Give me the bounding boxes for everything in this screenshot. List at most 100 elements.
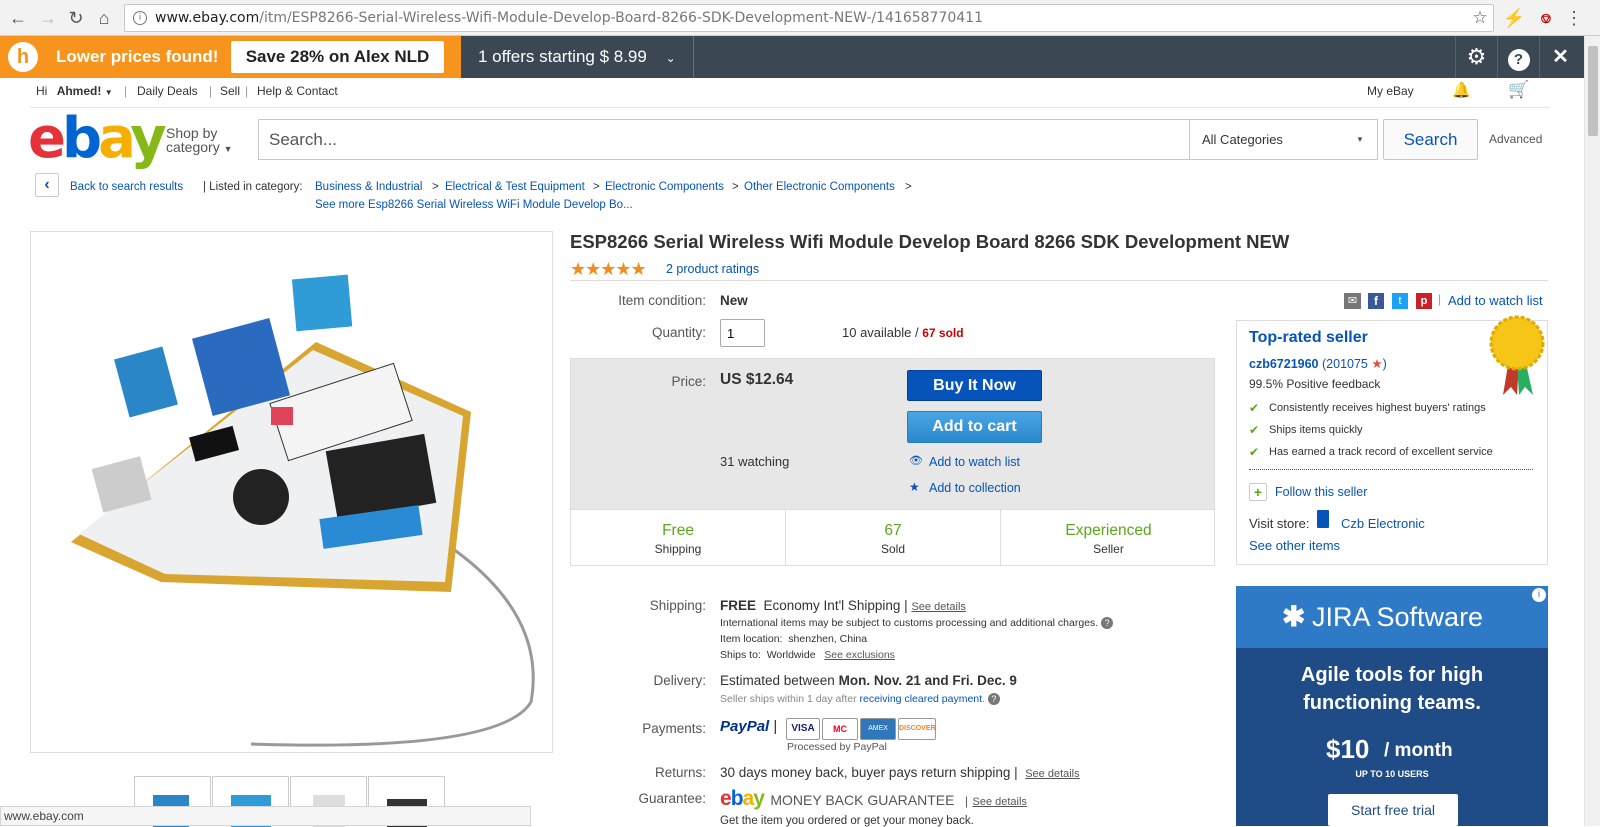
url-host: www.ebay.com [155,10,260,26]
breadcrumb-item[interactable]: Business & Industrial [315,181,422,193]
search-button[interactable]: Search [1383,119,1478,160]
start-free-trial-button[interactable]: Start free trial [1328,794,1458,826]
bell-icon[interactable]: 🔔 [1452,78,1471,104]
store-link[interactable]: Czb Electronic [1341,516,1425,531]
daily-deals-link[interactable]: Daily Deals [137,78,198,104]
ad-info-icon[interactable]: i [1532,588,1546,602]
add-to-cart-button[interactable]: Add to cart [907,411,1042,443]
shop-by-category[interactable]: Shop by category ▼ [166,126,233,156]
ships-to: Ships to: Worldwide See exclusions [720,649,895,661]
product-ratings-link[interactable]: 2 product ratings [666,262,759,276]
ad-price: $10 [1326,734,1370,764]
buy-it-now-button[interactable]: Buy It Now [907,370,1042,401]
add-to-collection-link[interactable]: Add to collection [929,481,1021,495]
follow-seller-link[interactable]: Follow this seller [1275,485,1367,499]
menu-dots-icon[interactable]: ⋮ [1562,6,1586,30]
honey-save-button[interactable]: Save 28% on Alex NLD [231,41,444,73]
delivery-note: Seller ships within 1 day after receivin… [720,693,1000,706]
honey-extension-bar: h Lower prices found! Save 28% on Alex N… [0,36,1584,78]
search-bar: All Categories ▼ [258,119,1378,160]
jira-ad[interactable]: ✱ JIRA Software i Agile tools for high f… [1236,586,1548,826]
cart-icon[interactable]: 🛒 [1508,77,1529,103]
honey-offers-dropdown[interactable]: 1 offers starting $ 8.99 ⌄ [462,36,694,78]
home-icon[interactable]: ⌂ [92,6,116,30]
product-title: ESP8266 Serial Wireless Wifi Module Deve… [570,231,1290,252]
quantity-label: Quantity: [651,325,706,340]
reload-icon[interactable]: ↻ [64,6,88,30]
delivery-est: Estimated between [720,673,835,688]
mbg-text: MONEY BACK GUARANTEE [770,792,955,808]
rating-stars-icon[interactable]: ★★★★★ [570,259,647,280]
shipping-details-link[interactable]: See details [911,601,965,613]
ad-headline-1: Agile tools for high [1300,664,1484,686]
vertical-scrollbar[interactable] [1584,36,1600,826]
see-more-link[interactable]: See more Esp8266 Serial Wireless WiFi Mo… [315,199,633,211]
seller-name-link[interactable]: czb6721960 [1249,357,1319,371]
see-exclusions-link[interactable]: See exclusions [824,649,895,661]
greeting[interactable]: Hi Ahmed! ▼ [36,78,119,106]
shop-by-text: Shop by [166,125,218,141]
bookmark-star-icon[interactable]: ☆ [1468,6,1492,30]
address-bar[interactable]: i www.ebay.com/itm/ESP8266-Serial-Wirele… [124,4,1494,32]
honey-logo-icon[interactable]: h [8,42,38,72]
returns-details-link[interactable]: See details [1025,768,1079,780]
category-select[interactable]: All Categories ▼ [1189,120,1377,159]
stat-value: Free [662,522,694,539]
twitter-icon[interactable]: t [1392,293,1408,309]
caret-down-icon: ▼ [1356,135,1364,144]
email-icon[interactable]: ✉ [1344,293,1361,309]
ad-headline-2: functioning teams. [1303,692,1481,714]
back-to-results-link[interactable]: Back to search results [70,181,183,193]
quantity-input[interactable] [720,319,765,347]
product-image[interactable] [30,231,553,753]
amex-card: AMEX [860,718,896,740]
facebook-icon[interactable]: f [1368,293,1384,309]
watch-list-link[interactable]: Add to watch list [1448,293,1543,308]
advanced-search-link[interactable]: Advanced [1489,132,1542,146]
help-icon[interactable]: ? [987,693,1000,706]
customs-note: International items may be subject to cu… [720,617,1114,630]
scrollbar-thumb[interactable] [1588,46,1598,136]
search-input[interactable] [259,120,1187,159]
returns-text: 30 days money back, buyer pays return sh… [720,765,1018,780]
breadcrumb-item[interactable]: Other Electronic Components [744,181,895,193]
breadcrumb-item[interactable]: Electrical & Test Equipment [445,181,585,193]
customs-text: International items may be subject to cu… [720,617,1099,629]
free-text: FREE [720,598,757,613]
sold-count[interactable]: 67 sold [922,326,963,340]
pdf-extension-icon[interactable]: ⎊ [1534,6,1558,30]
divider [1249,469,1533,470]
back-arrow-icon[interactable]: ← [6,6,30,30]
info-icon[interactable]: i [133,11,147,25]
help-icon[interactable]: ? [1497,36,1539,78]
star-icon: ★ [909,480,920,494]
condition-value: New [720,293,748,308]
sell-link[interactable]: Sell [220,78,240,104]
top-rated-seller-title: Top-rated seller [1249,329,1368,346]
ebay-logo[interactable]: ebay [28,111,167,167]
forward-arrow-icon[interactable]: → [36,6,60,30]
positive-feedback: 99.5% Positive feedback [1249,377,1381,391]
close-icon[interactable]: ✕ [1539,36,1581,78]
breadcrumb-item[interactable]: Electronic Components [605,181,724,193]
gear-icon[interactable]: ⚙ [1455,36,1497,78]
extension-icon[interactable]: ⚡ [1502,6,1526,30]
browser-toolbar: ← → ↻ ⌂ i www.ebay.com/itm/ESP8266-Seria… [0,0,1600,36]
my-ebay-link[interactable]: My eBay [1367,78,1414,104]
feedback-count-link[interactable]: 201075 [1326,357,1368,371]
help-icon[interactable]: ? [1101,617,1114,630]
shipping-label: Shipping: [649,598,706,613]
cleared-payment-link[interactable]: receiving cleared payment [860,693,983,705]
url-path: /itm/ESP8266-Serial-Wireless-Wifi-Module… [259,10,983,26]
add-to-watch-list-link[interactable]: Add to watch list [929,455,1020,469]
checkmark-icon: ✔ [1249,401,1260,415]
guarantee-details-link[interactable]: See details [973,796,1027,808]
sold-stat: 67 Sold [786,510,1001,566]
back-chevron-icon[interactable]: ‹ [35,173,59,197]
plus-icon[interactable]: + [1249,483,1267,501]
divider: | [124,84,128,98]
caret-down-icon: ▼ [223,144,233,154]
see-other-items-link[interactable]: See other items [1249,538,1340,553]
help-contact-link[interactable]: Help & Contact [257,78,338,104]
pinterest-icon[interactable]: p [1416,293,1432,309]
